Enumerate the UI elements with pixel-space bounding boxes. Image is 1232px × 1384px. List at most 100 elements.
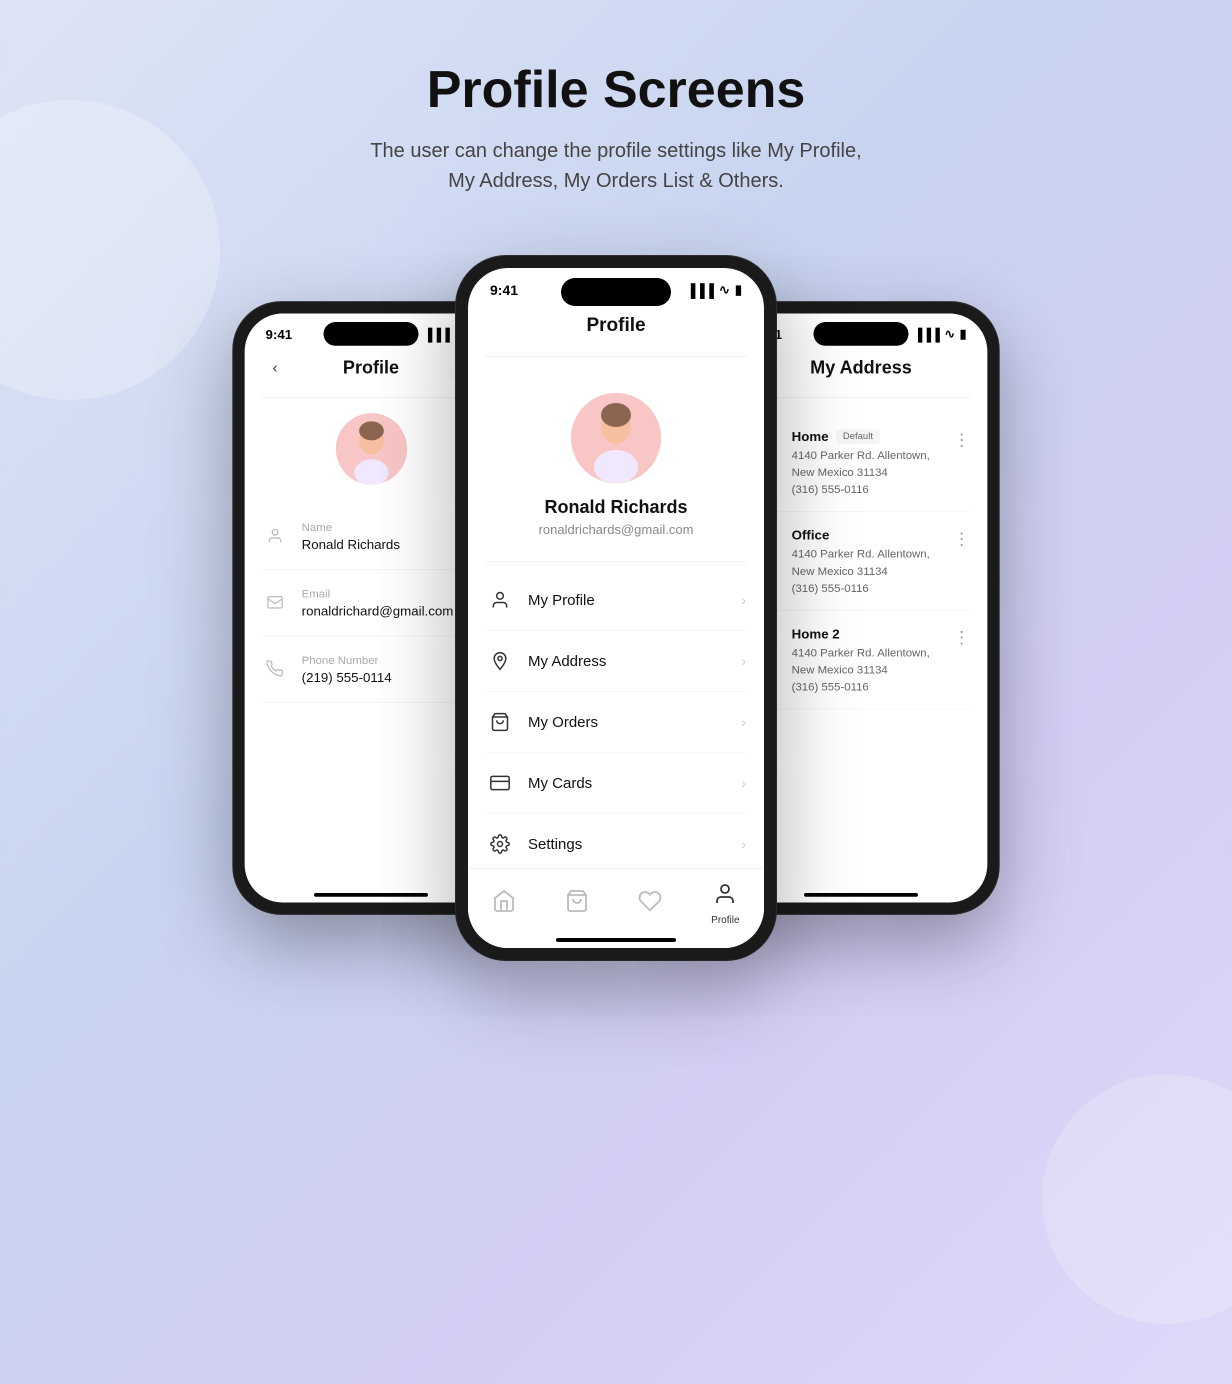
email-field-content: Email ronaldrichard@gmail.com	[302, 587, 454, 618]
name-field-content: Name Ronald Richards	[302, 521, 400, 552]
center-screen-content: Profile Ronald Richards ronaldrichards@g…	[468, 304, 764, 875]
bottom-nav-heart[interactable]	[638, 889, 662, 919]
my-cards-label: My Cards	[528, 775, 741, 792]
chevron-my-profile: ›	[741, 592, 746, 608]
left-nav-header: ‹ Profile	[262, 348, 481, 398]
status-icons-center: ▐▐▐ ∿ ▮	[686, 282, 742, 298]
home-address-name: Home	[792, 428, 829, 443]
my-orders-label: My Orders	[528, 714, 741, 731]
left-avatar	[335, 413, 406, 484]
more-icon-office[interactable]: ⋮	[953, 529, 970, 549]
email-value: ronaldrichard@gmail.com	[302, 603, 454, 618]
card-icon-menu	[486, 769, 514, 797]
location-icon-menu	[486, 647, 514, 675]
right-nav-title: My Address	[778, 358, 943, 379]
home-title-row: Home Default	[792, 428, 948, 443]
right-nav-header: ‹ My Address	[752, 348, 971, 398]
more-icon-home[interactable]: ⋮	[953, 430, 970, 450]
menu-item-my-profile[interactable]: My Profile ›	[486, 570, 746, 631]
center-profile-header: Ronald Richards ronaldrichards@gmail.com	[486, 373, 746, 562]
center-avatar	[571, 393, 661, 483]
signal-icon-c: ▐▐▐	[686, 283, 714, 298]
bottom-nav: Profile	[468, 868, 764, 948]
menu-item-my-address[interactable]: My Address ›	[486, 631, 746, 692]
time-center: 9:41	[490, 282, 518, 298]
home-address-text: 4140 Parker Rd. Allentown, New Mexico 31…	[792, 447, 948, 481]
email-icon-left	[262, 589, 289, 616]
phone-field-content: Phone Number (219) 555-0114	[302, 654, 392, 685]
address-item-home[interactable]: Home Default 4140 Parker Rd. Allentown, …	[752, 413, 971, 512]
page-title: Profile Screens	[366, 60, 866, 120]
profile-nav-label: Profile	[711, 915, 739, 926]
office-address-text: 4140 Parker Rd. Allentown, New Mexico 31…	[792, 545, 948, 579]
bottom-nav-home[interactable]	[492, 889, 516, 919]
page-header: Profile Screens The user can change the …	[366, 60, 866, 196]
home2-address-text: 4140 Parker Rd. Allentown, New Mexico 31…	[792, 644, 948, 678]
my-profile-label: My Profile	[528, 592, 741, 609]
phone-icon-left	[262, 656, 289, 683]
home2-address-name: Home 2	[792, 626, 840, 641]
bottom-nav-bag[interactable]	[565, 889, 589, 919]
heart-icon-nav	[638, 889, 662, 919]
home-icon-nav	[492, 889, 516, 919]
settings-label: Settings	[528, 836, 741, 853]
center-phone: 9:41 ▐▐▐ ∿ ▮ Profile	[456, 256, 776, 960]
person-icon-nav	[713, 882, 737, 912]
phone-field: Phone Number (219) 555-0114	[262, 637, 481, 704]
office-address-phone: (316) 555-0116	[792, 581, 948, 594]
phone-value: (219) 555-0114	[302, 670, 392, 685]
battery-icon-c: ▮	[735, 282, 742, 298]
home-bar-left	[314, 893, 428, 897]
home-address-details: Home Default 4140 Parker Rd. Allentown, …	[792, 428, 948, 495]
office-address-name: Office	[792, 527, 830, 542]
signal-icon-r: ▐▐▐	[914, 327, 940, 341]
settings-icon-menu	[486, 830, 514, 858]
menu-item-settings[interactable]: Settings ›	[486, 814, 746, 875]
wifi-icon-r: ∿	[945, 327, 955, 342]
status-icons-right: ▐▐▐ ∿ ▮	[914, 327, 967, 342]
center-nav-title: Profile	[514, 315, 718, 337]
avatar-image-center	[571, 393, 661, 483]
dynamic-island-center	[561, 278, 671, 306]
center-nav-header: Profile	[486, 304, 746, 357]
avatar-image-left	[335, 413, 406, 484]
phone-label: Phone Number	[302, 654, 392, 667]
home-address-phone: (316) 555-0116	[792, 483, 948, 496]
phones-container: 9:41 ▐▐▐ ∿ ▮ ‹ Profile	[186, 256, 1046, 960]
person-icon-menu	[486, 586, 514, 614]
name-label: Name	[302, 521, 400, 534]
wifi-icon-c: ∿	[719, 282, 730, 298]
name-value: Ronald Richards	[302, 537, 400, 552]
back-button-left[interactable]: ‹	[262, 355, 289, 382]
menu-item-my-cards[interactable]: My Cards ›	[486, 753, 746, 814]
office-address-details: Office 4140 Parker Rd. Allentown, New Me…	[792, 527, 948, 594]
home-bar-center	[556, 938, 676, 942]
email-label: Email	[302, 587, 454, 600]
signal-icon: ▐▐▐	[424, 327, 450, 341]
menu-item-my-orders[interactable]: My Orders ›	[486, 692, 746, 753]
bag-icon-nav	[565, 889, 589, 919]
center-profile-name: Ronald Richards	[544, 497, 687, 518]
bag-icon-menu	[486, 708, 514, 736]
person-icon-left	[262, 523, 289, 550]
home2-title-row: Home 2	[792, 626, 948, 641]
page-subtitle: The user can change the profile settings…	[366, 136, 866, 196]
address-item-home2[interactable]: Home 2 4140 Parker Rd. Allentown, New Me…	[752, 611, 971, 710]
more-icon-home2[interactable]: ⋮	[953, 628, 970, 648]
name-field: Name Ronald Richards	[262, 504, 481, 571]
home2-address-phone: (316) 555-0116	[792, 680, 948, 693]
chevron-my-orders: ›	[741, 714, 746, 730]
chevron-settings: ›	[741, 836, 746, 852]
bottom-nav-profile[interactable]: Profile	[711, 882, 739, 926]
time-left: 9:41	[266, 327, 293, 342]
left-nav-title: Profile	[288, 358, 453, 379]
home-bar-right	[804, 893, 918, 897]
dynamic-island-right	[814, 322, 909, 346]
address-item-office[interactable]: Office 4140 Parker Rd. Allentown, New Me…	[752, 512, 971, 611]
center-phone-screen: 9:41 ▐▐▐ ∿ ▮ Profile	[468, 268, 764, 948]
default-badge: Default	[836, 429, 879, 443]
chevron-my-address: ›	[741, 653, 746, 669]
office-title-row: Office	[792, 527, 948, 542]
center-profile-email: ronaldrichards@gmail.com	[539, 522, 694, 537]
chevron-my-cards: ›	[741, 775, 746, 791]
